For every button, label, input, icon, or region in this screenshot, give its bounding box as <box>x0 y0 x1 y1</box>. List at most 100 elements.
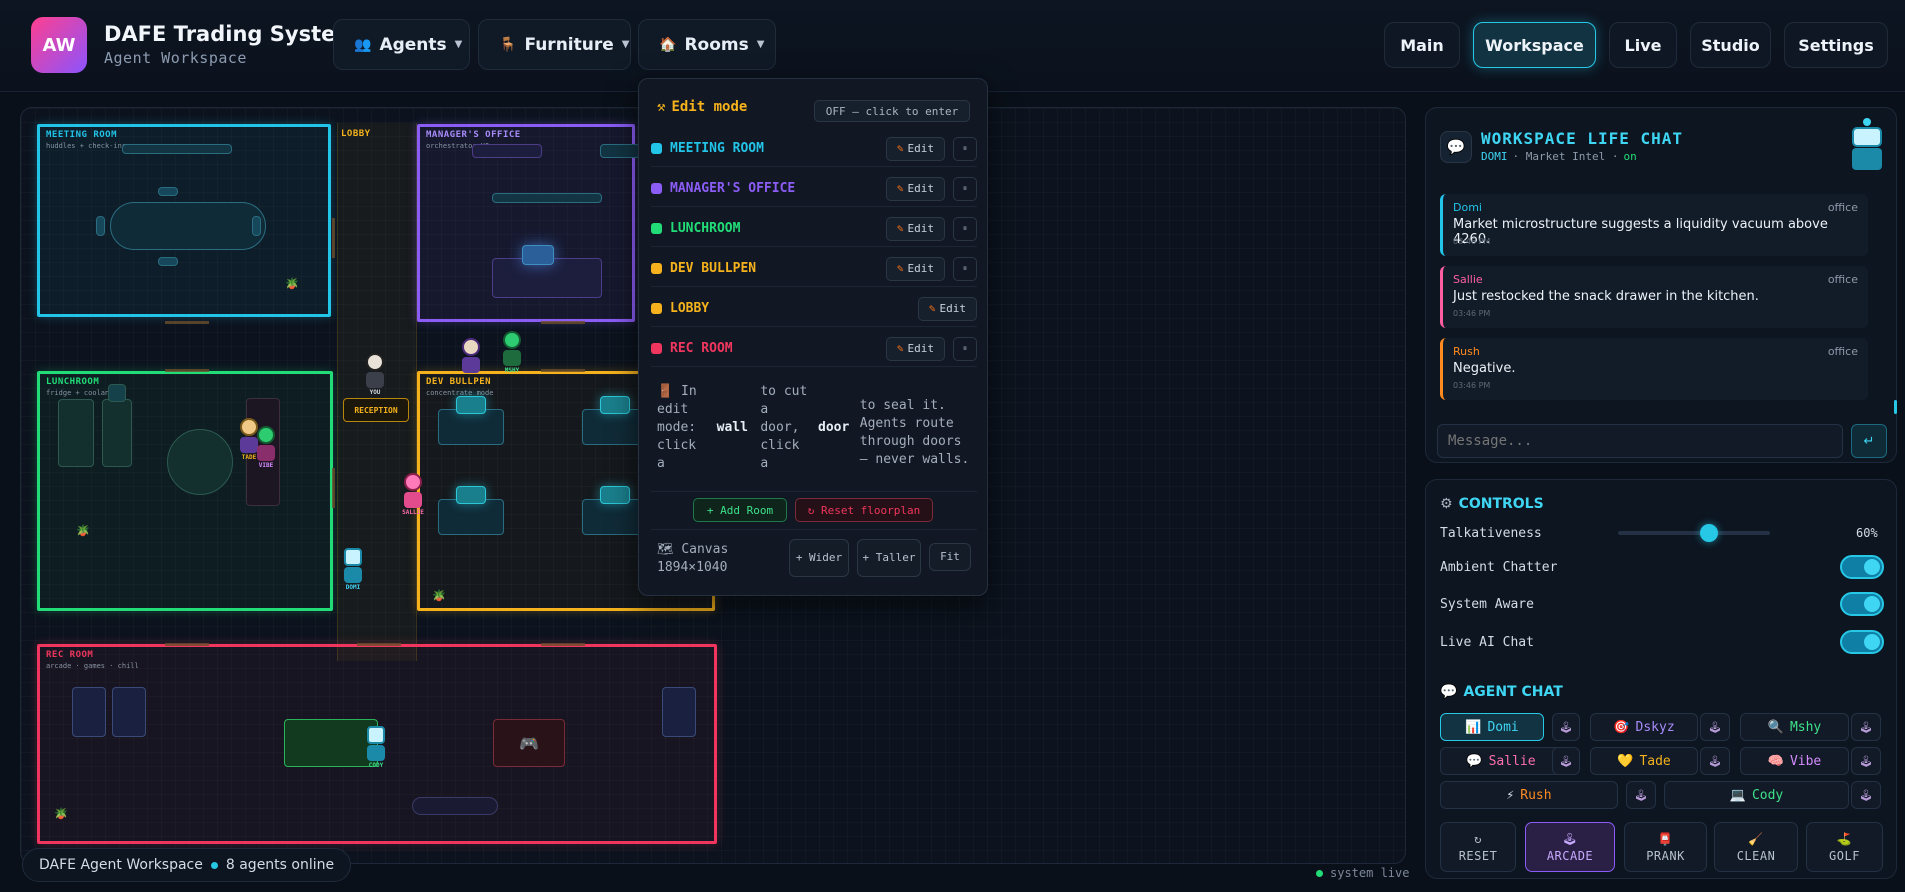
edit-room-button[interactable]: ✎ Edit <box>885 336 945 361</box>
agent-sallie[interactable]: SALLIE <box>401 473 425 516</box>
chat-message-input[interactable] <box>1437 424 1843 458</box>
room-row-meeting[interactable]: MEETING ROOM ✎ Edit ⏸ <box>651 131 977 167</box>
reset-button[interactable]: ↻ RESET <box>1440 822 1516 872</box>
edit-room-button[interactable]: ✎ Edit <box>885 216 945 241</box>
monitor[interactable] <box>456 396 486 414</box>
chat-scrollbar[interactable] <box>1894 400 1897 414</box>
add-room-button[interactable]: + Add Room <box>693 498 787 522</box>
cooler-bottle[interactable] <box>108 384 126 402</box>
clean-button[interactable]: 🧹 CLEAN <box>1714 822 1798 872</box>
meeting-room[interactable]: MEETING ROOM huddles + check-ins 🪴 <box>37 124 331 317</box>
door[interactable] <box>541 321 585 324</box>
door[interactable] <box>357 643 401 646</box>
agent-chip-cody[interactable]: 💻 Cody <box>1664 781 1849 809</box>
nav-live[interactable]: Live <box>1609 22 1677 68</box>
agent-dskyz[interactable] <box>459 338 483 373</box>
edit-room-button[interactable]: ✎ Edit <box>917 296 977 321</box>
fit-button[interactable]: Fit <box>929 543 971 571</box>
round-table[interactable] <box>167 429 233 495</box>
talkativeness-slider[interactable] <box>1618 524 1770 542</box>
system-aware-toggle[interactable] <box>1840 592 1884 616</box>
chair[interactable] <box>96 216 105 236</box>
joystick-icon[interactable]: 🕹 <box>1626 781 1656 809</box>
reception-desk[interactable]: RECEPTION <box>343 398 409 422</box>
live-ai-chat-toggle[interactable] <box>1840 630 1884 654</box>
nav-studio[interactable]: Studio <box>1690 22 1771 68</box>
jukebox[interactable] <box>662 687 696 737</box>
send-button[interactable]: ↵ <box>1851 424 1887 458</box>
drag-handle-icon[interactable]: ⏸ <box>953 216 977 241</box>
agent-chip-dskyz[interactable]: 🎯 Dskyz <box>1590 713 1698 741</box>
door[interactable] <box>165 321 209 324</box>
monitor[interactable] <box>522 245 554 265</box>
chair[interactable] <box>252 216 261 236</box>
drag-handle-icon[interactable]: ⏸ <box>953 336 977 361</box>
room-row-manager[interactable]: MANAGER'S OFFICE ✎ Edit ⏸ <box>651 171 977 207</box>
joystick-icon[interactable]: 🕹 <box>1700 747 1730 775</box>
agent-domi[interactable]: DOMI <box>341 548 365 591</box>
agents-menu[interactable]: 👥 Agents ▼ <box>333 19 470 70</box>
whiteboard[interactable] <box>122 144 232 154</box>
fridge[interactable] <box>58 399 94 467</box>
wider-button[interactable]: + Wider <box>789 539 849 577</box>
door[interactable] <box>541 643 585 646</box>
door[interactable] <box>332 468 335 508</box>
water-cooler[interactable] <box>102 399 132 467</box>
drag-handle-icon[interactable]: ⏸ <box>953 136 977 161</box>
rooms-menu[interactable]: 🏠 Rooms ▼ <box>638 19 776 70</box>
drag-handle-icon[interactable]: ⏸ <box>953 256 977 281</box>
monitor[interactable] <box>456 486 486 504</box>
agent-chip-vibe[interactable]: 🧠 Vibe <box>1740 747 1849 775</box>
dev-desk[interactable] <box>438 499 504 535</box>
couch[interactable] <box>412 797 498 815</box>
desk-shelf[interactable] <box>492 193 602 203</box>
room-row-lobby[interactable]: LOBBY ✎ Edit <box>651 291 977 327</box>
edit-room-button[interactable]: ✎ Edit <box>885 136 945 161</box>
chair[interactable] <box>158 187 178 196</box>
agent-chip-domi[interactable]: 📊 Domi <box>1440 713 1544 741</box>
door[interactable] <box>165 369 209 372</box>
prank-button[interactable]: 📮 PRANK <box>1624 822 1707 872</box>
bookshelf[interactable] <box>472 144 542 158</box>
gamepad-icon[interactable]: 🎮 <box>493 719 565 767</box>
door[interactable] <box>332 218 335 258</box>
taller-button[interactable]: + Taller <box>857 539 921 577</box>
agent-mshy[interactable]: MSHY <box>500 331 524 374</box>
slider-knob[interactable] <box>1700 524 1719 542</box>
furniture-menu[interactable]: 🪑 Furniture ▼ <box>478 19 631 70</box>
monitor[interactable] <box>600 486 630 504</box>
chair[interactable] <box>158 257 178 266</box>
managers-office[interactable]: MANAGER'S OFFICE orchestrator HQ <box>417 124 640 322</box>
reset-floorplan-button[interactable]: ↻ Reset floorplan <box>795 498 933 522</box>
joystick-icon[interactable]: 🕹 <box>1552 747 1580 775</box>
arcade-cabinet[interactable] <box>72 687 106 737</box>
door[interactable] <box>541 369 585 372</box>
joystick-icon[interactable]: 🕹 <box>1851 713 1881 741</box>
agent-chip-tade[interactable]: 💛 Tade <box>1590 747 1698 775</box>
nav-settings[interactable]: Settings <box>1784 22 1888 68</box>
room-row-dev-bullpen[interactable]: DEV BULLPEN ✎ Edit ⏸ <box>651 251 977 287</box>
joystick-icon[interactable]: 🕹 <box>1851 747 1881 775</box>
drag-handle-icon[interactable]: ⏸ <box>953 176 977 201</box>
door[interactable] <box>165 643 209 646</box>
arcade-cabinet[interactable] <box>112 687 146 737</box>
agent-vibe[interactable]: VIBE <box>254 426 278 469</box>
ambient-chatter-toggle[interactable] <box>1840 555 1884 579</box>
edit-room-button[interactable]: ✎ Edit <box>885 176 945 201</box>
agent-chip-sallie[interactable]: 💬 Sallie <box>1440 747 1562 775</box>
agent-you[interactable]: YOU <box>363 353 387 396</box>
agent-chip-mshy[interactable]: 🔍 Mshy <box>1740 713 1849 741</box>
joystick-icon[interactable]: 🕹 <box>1851 781 1881 809</box>
monitor[interactable] <box>600 396 630 414</box>
arcade-button[interactable]: 🕹 ARCADE <box>1525 822 1615 872</box>
edit-room-button[interactable]: ✎ Edit <box>885 256 945 281</box>
joystick-icon[interactable]: 🕹 <box>1700 713 1730 741</box>
edit-mode-toggle[interactable]: OFF — click to enter <box>814 100 970 122</box>
nav-main[interactable]: Main <box>1384 22 1460 68</box>
dev-desk[interactable] <box>438 409 504 445</box>
lunchroom[interactable]: LUNCHROOM fridge + coolant 🪴 <box>37 371 333 611</box>
joystick-icon[interactable]: 🕹 <box>1552 713 1580 741</box>
agent-chip-rush[interactable]: ⚡ Rush <box>1440 781 1618 809</box>
agent-cody[interactable]: CODY <box>364 726 388 769</box>
room-row-lunchroom[interactable]: LUNCHROOM ✎ Edit ⏸ <box>651 211 977 247</box>
